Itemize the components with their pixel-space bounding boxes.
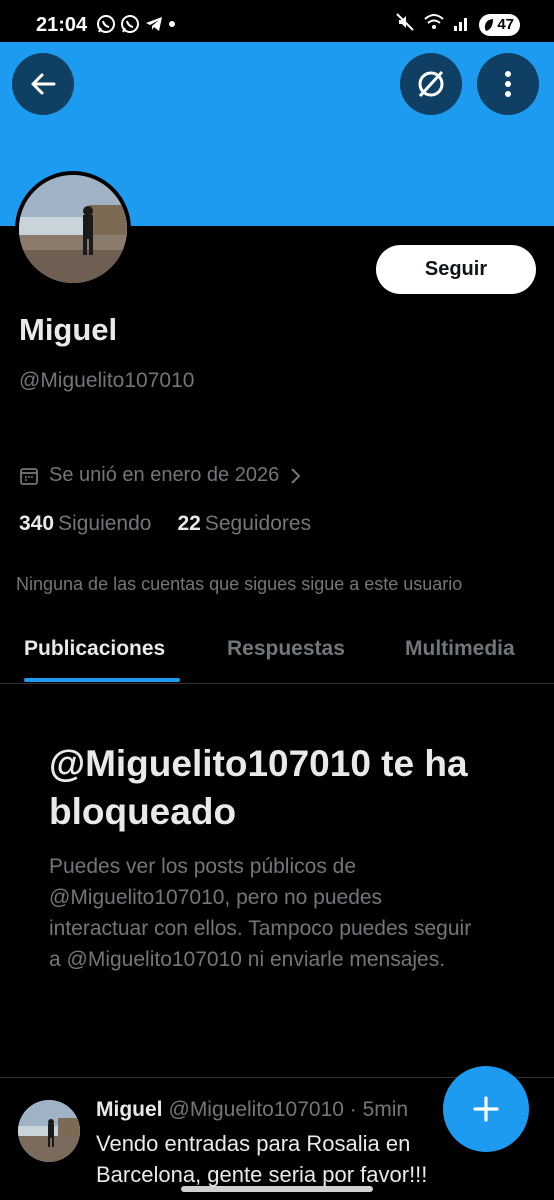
battery-leaf-icon bbox=[485, 18, 494, 31]
follow-button[interactable]: Seguir bbox=[376, 245, 536, 294]
battery-indicator: 47 bbox=[479, 13, 520, 36]
mute-icon bbox=[395, 12, 415, 37]
followers-count: 22 bbox=[177, 512, 201, 535]
home-indicator[interactable] bbox=[181, 1186, 373, 1192]
plus-icon bbox=[473, 1096, 499, 1122]
status-indicators: 47 bbox=[395, 12, 520, 37]
follow-stats: 340 Siguiendo 22 Seguidores bbox=[19, 512, 311, 536]
followers-link[interactable]: 22 Seguidores bbox=[177, 512, 311, 536]
post-avatar[interactable] bbox=[18, 1100, 80, 1162]
post-meta: @Miguelito107010 · 5min bbox=[168, 1098, 409, 1121]
blocked-description: Puedes ver los posts públicos de @Miguel… bbox=[49, 855, 472, 971]
blocked-title: @Miguelito107010 te ha bloqueado bbox=[49, 743, 468, 832]
telegram-icon bbox=[144, 14, 164, 34]
post-text: Vendo entradas para Rosalia en Barcelona… bbox=[96, 1131, 428, 1187]
status-time: 21:04 bbox=[36, 14, 88, 36]
profile-avatar[interactable] bbox=[15, 171, 131, 287]
joined-date[interactable]: Se unió en enero de 2026 bbox=[19, 464, 301, 487]
profile-name: Miguel bbox=[19, 312, 118, 347]
following-count: 340 bbox=[19, 512, 55, 535]
wifi-icon bbox=[423, 12, 445, 37]
profile-tabs: Publicaciones Respuestas Multimedia bbox=[0, 632, 554, 684]
status-app-icons bbox=[96, 14, 178, 34]
chevron-right-icon bbox=[291, 467, 301, 484]
active-tab-indicator bbox=[24, 678, 180, 682]
followers-label: Seguidores bbox=[204, 512, 312, 535]
following-label: Siguiendo bbox=[58, 512, 152, 535]
battery-level: 47 bbox=[497, 16, 514, 33]
tab-publicaciones[interactable]: Publicaciones bbox=[24, 637, 165, 661]
back-button[interactable] bbox=[12, 53, 74, 115]
whatsapp-icon bbox=[120, 14, 140, 34]
more-options-button[interactable] bbox=[477, 53, 539, 115]
whatsapp-icon bbox=[96, 14, 116, 34]
mutual-followers-note: Ninguna de las cuentas que sigues sigue … bbox=[16, 574, 463, 594]
grok-icon bbox=[418, 70, 444, 98]
profile-handle: @Miguelito107010 bbox=[19, 369, 195, 392]
calendar-icon bbox=[20, 467, 38, 485]
more-vertical-icon bbox=[505, 71, 511, 97]
post-author-name[interactable]: Miguel bbox=[96, 1098, 163, 1121]
signal-icon bbox=[453, 12, 471, 37]
joined-text: Se unió en enero de 2026 bbox=[49, 464, 280, 486]
tab-multimedia[interactable]: Multimedia bbox=[405, 637, 515, 661]
status-bar: 21:04 47 bbox=[0, 0, 554, 42]
arrow-left-icon bbox=[31, 73, 56, 95]
grok-button[interactable] bbox=[400, 53, 462, 115]
following-link[interactable]: 340 Siguiendo bbox=[19, 512, 151, 536]
compose-button[interactable] bbox=[443, 1066, 529, 1152]
notification-dot-icon bbox=[168, 14, 178, 34]
tab-respuestas[interactable]: Respuestas bbox=[227, 637, 345, 661]
post-header: Miguel @Miguelito107010 · 5min bbox=[96, 1098, 408, 1122]
